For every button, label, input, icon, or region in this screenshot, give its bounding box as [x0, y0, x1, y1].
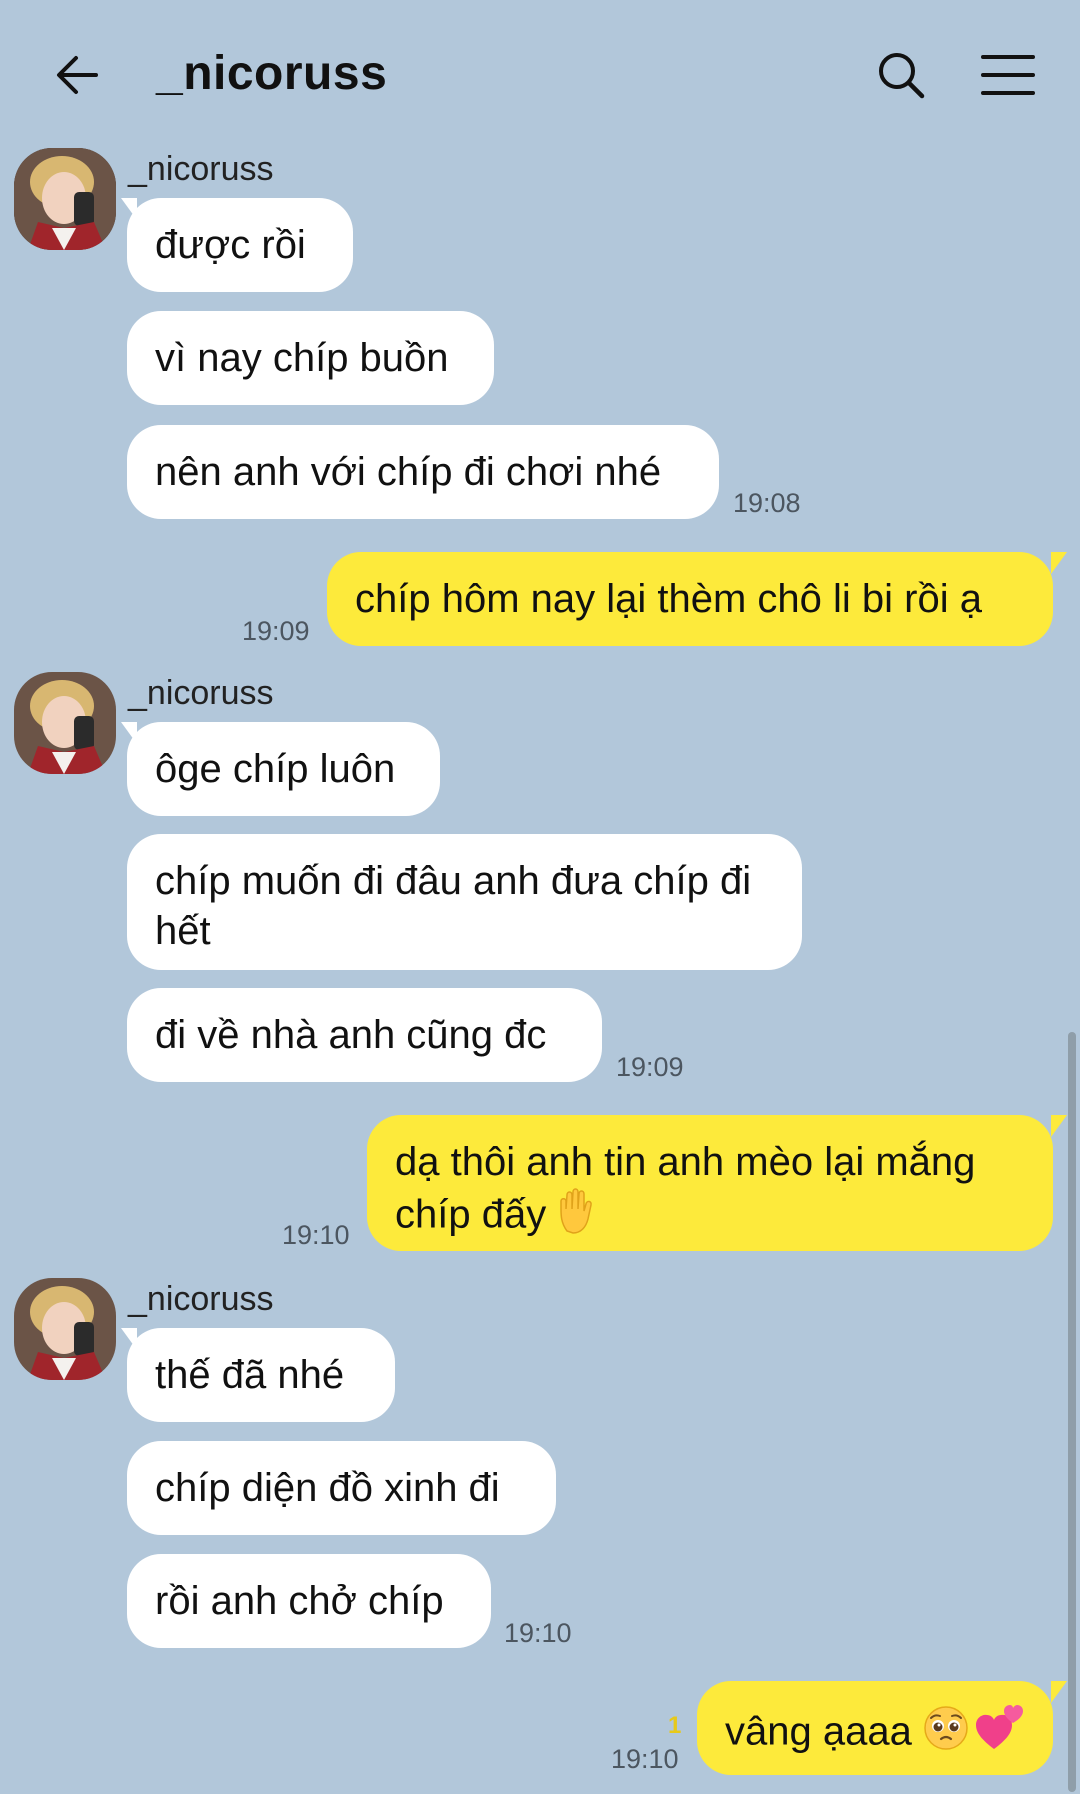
sender-avatar[interactable] — [14, 672, 116, 774]
message-timestamp: 19:08 — [733, 488, 801, 518]
chat-header: _nicoruss — [0, 0, 1080, 150]
message-timestamp: 19:10 — [611, 1744, 679, 1774]
incoming-message-bubble[interactable]: chíp muốn đi đâu anh đưa chíp đi hết — [127, 834, 802, 970]
raised-hand-emoji — [557, 1187, 599, 1247]
menu-button[interactable] — [972, 42, 1044, 108]
hamburger-menu-icon — [981, 55, 1035, 95]
scrollbar[interactable] — [1068, 1032, 1076, 1792]
incoming-message-bubble[interactable]: vì nay chíp buồn — [127, 311, 494, 405]
search-button[interactable] — [868, 42, 934, 108]
bubble-tail — [1051, 1681, 1067, 1703]
outgoing-message-bubble[interactable]: dạ thôi anh tin anh mèo lại mắng chíp đấ… — [367, 1115, 1053, 1251]
unread-count: 1 — [668, 1712, 682, 1739]
sender-name: _nicoruss — [128, 1280, 274, 1318]
chat-title: _nicoruss — [156, 47, 388, 100]
incoming-message-bubble[interactable]: ôge chíp luôn — [127, 722, 440, 816]
back-button[interactable] — [44, 42, 110, 108]
incoming-message-bubble[interactable]: đi về nhà anh cũng đc — [127, 988, 602, 1082]
bubble-tail — [1051, 1115, 1067, 1137]
message-timestamp: 19:09 — [242, 616, 310, 646]
pleading-face-emoji — [923, 1705, 969, 1763]
search-icon — [879, 53, 925, 99]
bubble-tail — [1051, 552, 1067, 574]
message-timestamp: 19:10 — [504, 1618, 572, 1648]
incoming-message-bubble[interactable]: chíp diện đồ xinh đi — [127, 1441, 556, 1535]
outgoing-message-text: vâng ạaaa — [725, 1709, 912, 1754]
two-hearts-emoji — [974, 1703, 1024, 1765]
incoming-message-bubble[interactable]: được rồi — [127, 198, 353, 292]
message-timestamp: 19:10 — [282, 1220, 350, 1250]
incoming-message-bubble[interactable]: thế đã nhé — [127, 1328, 395, 1422]
outgoing-message-text: dạ thôi anh tin anh mèo lại mắng chíp đấ… — [395, 1140, 976, 1237]
sender-avatar[interactable] — [14, 148, 116, 250]
incoming-message-bubble[interactable]: nên anh với chíp đi chơi nhé — [127, 425, 719, 519]
sender-name: _nicoruss — [128, 150, 274, 188]
message-timestamp: 19:09 — [616, 1052, 684, 1082]
sender-avatar[interactable] — [14, 1278, 116, 1380]
outgoing-message-bubble[interactable]: vâng ạaaa — [697, 1681, 1053, 1775]
incoming-message-bubble[interactable]: rồi anh chở chíp — [127, 1554, 491, 1648]
outgoing-message-bubble[interactable]: chíp hôm nay lại thèm chô li bi rồi ạ — [327, 552, 1053, 646]
sender-name: _nicoruss — [128, 674, 274, 712]
arrow-left-icon — [57, 56, 98, 94]
